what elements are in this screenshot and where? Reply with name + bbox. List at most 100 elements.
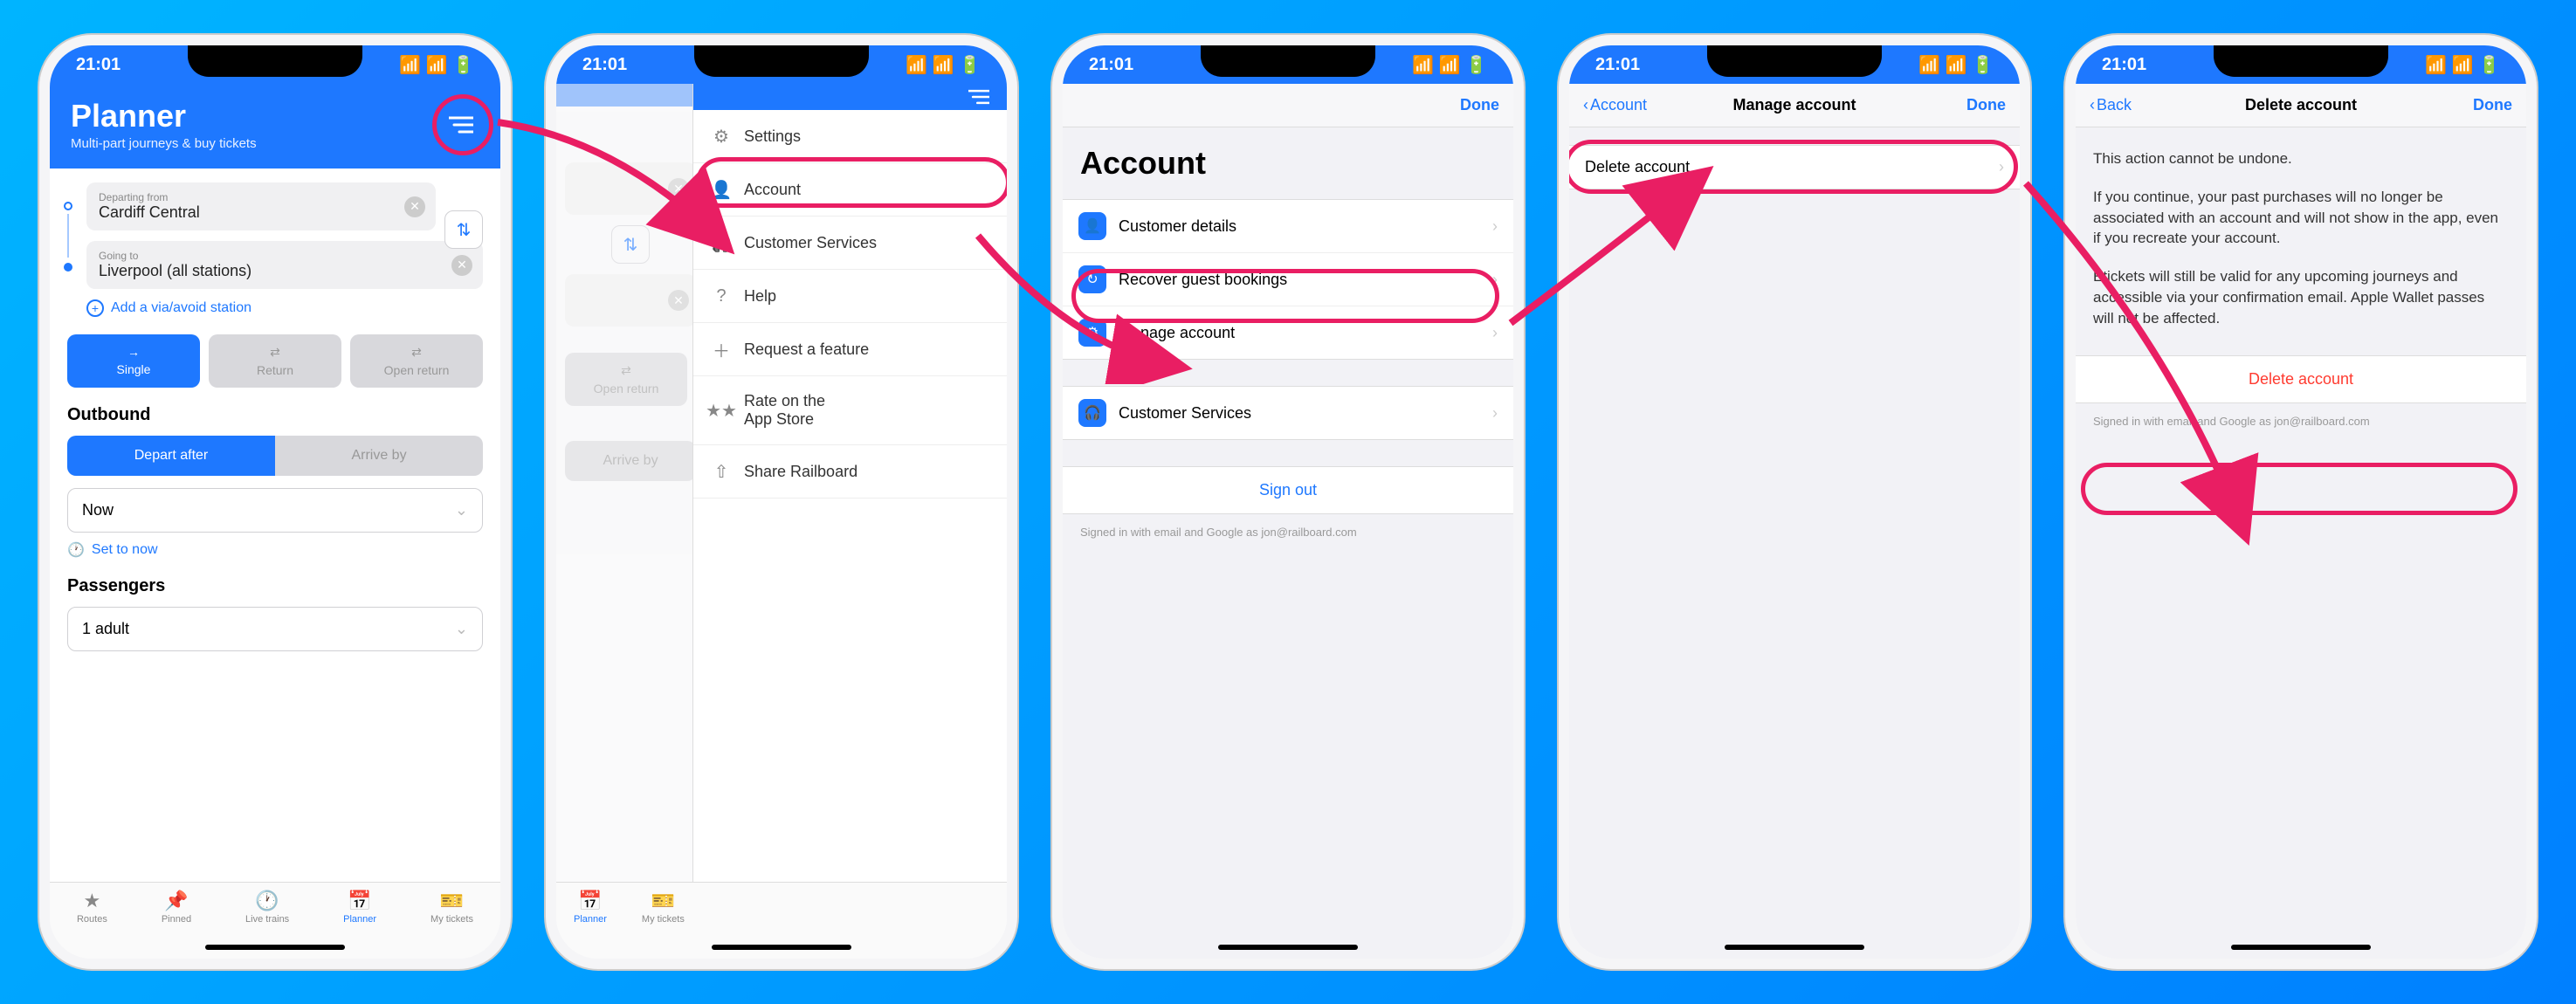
chevron-left-icon: ‹ [1583, 96, 1588, 114]
plus-icon: ＋ [711, 339, 732, 360]
drawer-request-feature[interactable]: ＋Request a feature [693, 323, 1007, 376]
dest-dot-icon [64, 263, 72, 272]
clock-icon: 🕐 [67, 541, 85, 559]
status-icons: 📶 📶 🔋 [1412, 54, 1487, 76]
drawer-account[interactable]: 👤Account [693, 163, 1007, 217]
add-via-link[interactable]: + Add a via/avoid station [86, 299, 483, 317]
phone-account: 21:01 📶 📶 🔋 Done Account 👤Customer detai… [1052, 35, 1524, 969]
chevron-right-icon: › [1492, 324, 1498, 342]
chevron-left-icon: ‹ [2090, 96, 2095, 114]
status-time: 21:01 [76, 55, 121, 75]
from-value: Cardiff Central [99, 203, 424, 222]
chevron-down-icon: ⌄ [455, 501, 468, 519]
gear-icon: ⚙ [711, 126, 732, 147]
return-pill[interactable]: ⇄Return [209, 334, 341, 388]
help-icon: ? [711, 285, 732, 306]
list-manage-account[interactable]: ⚙Manage account› [1063, 306, 1513, 359]
stars-icon: ★★ [711, 400, 732, 421]
list-delete-account[interactable]: Delete account› [1569, 146, 2020, 189]
drawer-rate[interactable]: ★★Rate on the App Store [693, 376, 1007, 445]
calendar-icon: 📅 [578, 890, 602, 912]
list-recover-bookings[interactable]: ↻Recover guest bookings› [1063, 253, 1513, 306]
tab-routes[interactable]: ★Routes [77, 890, 107, 925]
drawer-help[interactable]: ?Help [693, 270, 1007, 323]
swap-button[interactable]: ⇅ [444, 210, 483, 249]
status-icons: 📶 📶 🔋 [2425, 54, 2500, 76]
ticket-icon: 🎫 [440, 890, 464, 912]
passengers-select[interactable]: 1 adult ⌄ [67, 607, 483, 651]
arrows-icon: ⇄ [270, 345, 280, 360]
person-icon: 👤 [711, 179, 732, 200]
home-indicator [2231, 945, 2371, 950]
nav-title: Delete account [2245, 96, 2357, 114]
timeline-line [67, 214, 69, 258]
gear-icon: ⚙ [1078, 319, 1106, 347]
status-time: 21:01 [1089, 55, 1133, 75]
menu-icon[interactable] [968, 89, 989, 105]
home-indicator [712, 945, 851, 950]
done-button[interactable]: Done [1966, 96, 2006, 114]
nav-title: Manage account [1732, 96, 1856, 114]
done-button[interactable]: Done [2473, 96, 2512, 114]
warning-p1: This action cannot be undone. [2076, 148, 2526, 187]
done-button[interactable]: Done [1460, 96, 1499, 114]
tab-planner[interactable]: 📅Planner [574, 890, 607, 925]
ticket-icon: 🎫 [651, 890, 675, 912]
time-select[interactable]: Now ⌄ [67, 488, 483, 533]
chevron-down-icon: ⌄ [455, 620, 468, 638]
menu-button[interactable] [439, 103, 483, 147]
signin-footer: Signed in with email and Google as jon@r… [1063, 514, 1513, 551]
sign-out-button[interactable]: Sign out [1063, 466, 1513, 514]
pin-icon: 📌 [164, 890, 188, 912]
page-title: Planner [71, 98, 479, 134]
home-indicator [205, 945, 345, 950]
clock-icon: 🕐 [255, 890, 279, 912]
delete-account-button[interactable]: Delete account [2076, 355, 2526, 403]
to-field[interactable]: Going to Liverpool (all stations) ✕ [86, 241, 483, 289]
home-indicator [1218, 945, 1358, 950]
clear-from-button[interactable]: ✕ [404, 196, 425, 217]
set-now-link[interactable]: 🕐 Set to now [67, 541, 483, 559]
phone-drawer: 21:01 📶 📶 🔋 ✕ ⇅ ✕ ⇄Open return Arrive by… [546, 35, 1017, 969]
share-icon: ⇧ [711, 461, 732, 482]
open-return-pill[interactable]: ⇄Open return [350, 334, 483, 388]
drawer-settings[interactable]: ⚙Settings [693, 110, 1007, 163]
star-icon: ★ [84, 890, 101, 912]
notch [188, 45, 362, 77]
headset-icon: 🎧 [1078, 399, 1106, 427]
tab-planner[interactable]: 📅Planner [343, 890, 376, 925]
status-icons: 📶 📶 🔋 [906, 54, 981, 76]
list-customer-details[interactable]: 👤Customer details› [1063, 200, 1513, 253]
notch [2214, 45, 2388, 77]
arrive-by-toggle[interactable]: Arrive by [275, 436, 483, 476]
back-button[interactable]: ‹Back [2090, 96, 2132, 114]
tab-pinned[interactable]: 📌Pinned [162, 890, 191, 925]
list-customer-services[interactable]: 🎧Customer Services› [1063, 387, 1513, 439]
status-time: 21:01 [2102, 55, 2146, 75]
chevron-right-icon: › [1492, 271, 1498, 289]
notch [1707, 45, 1882, 77]
arrows-open-icon: ⇄ [411, 345, 422, 360]
drawer-customer-services[interactable]: 🎧Customer Services [693, 217, 1007, 270]
headset-icon: 🎧 [711, 232, 732, 253]
from-field[interactable]: Departing from Cardiff Central ✕ [86, 182, 436, 230]
origin-dot-icon [64, 202, 72, 210]
to-label: Going to [99, 250, 471, 262]
single-pill[interactable]: →Single [67, 334, 200, 388]
page-title: Account [1063, 127, 1513, 199]
phone-manage-account: 21:01 📶 📶 🔋 ‹Account Manage account Done… [1559, 35, 2030, 969]
clear-to-button[interactable]: ✕ [451, 255, 472, 276]
tab-live[interactable]: 🕐Live trains [245, 890, 289, 925]
drawer-share[interactable]: ⇧Share Railboard [693, 445, 1007, 499]
signin-footer: Signed in with email and Google as jon@r… [2076, 403, 2526, 440]
depart-after-toggle[interactable]: Depart after [67, 436, 275, 476]
tab-tickets[interactable]: 🎫My tickets [642, 890, 685, 925]
back-button[interactable]: ‹Account [1583, 96, 1647, 114]
tab-tickets[interactable]: 🎫My tickets [430, 890, 473, 925]
arrow-right-icon: → [127, 345, 140, 359]
passengers-heading: Passengers [67, 576, 483, 596]
recover-icon: ↻ [1078, 265, 1106, 293]
chevron-right-icon: › [1492, 404, 1498, 423]
calendar-icon: 📅 [348, 890, 371, 912]
status-icons: 📶 📶 🔋 [399, 54, 474, 76]
